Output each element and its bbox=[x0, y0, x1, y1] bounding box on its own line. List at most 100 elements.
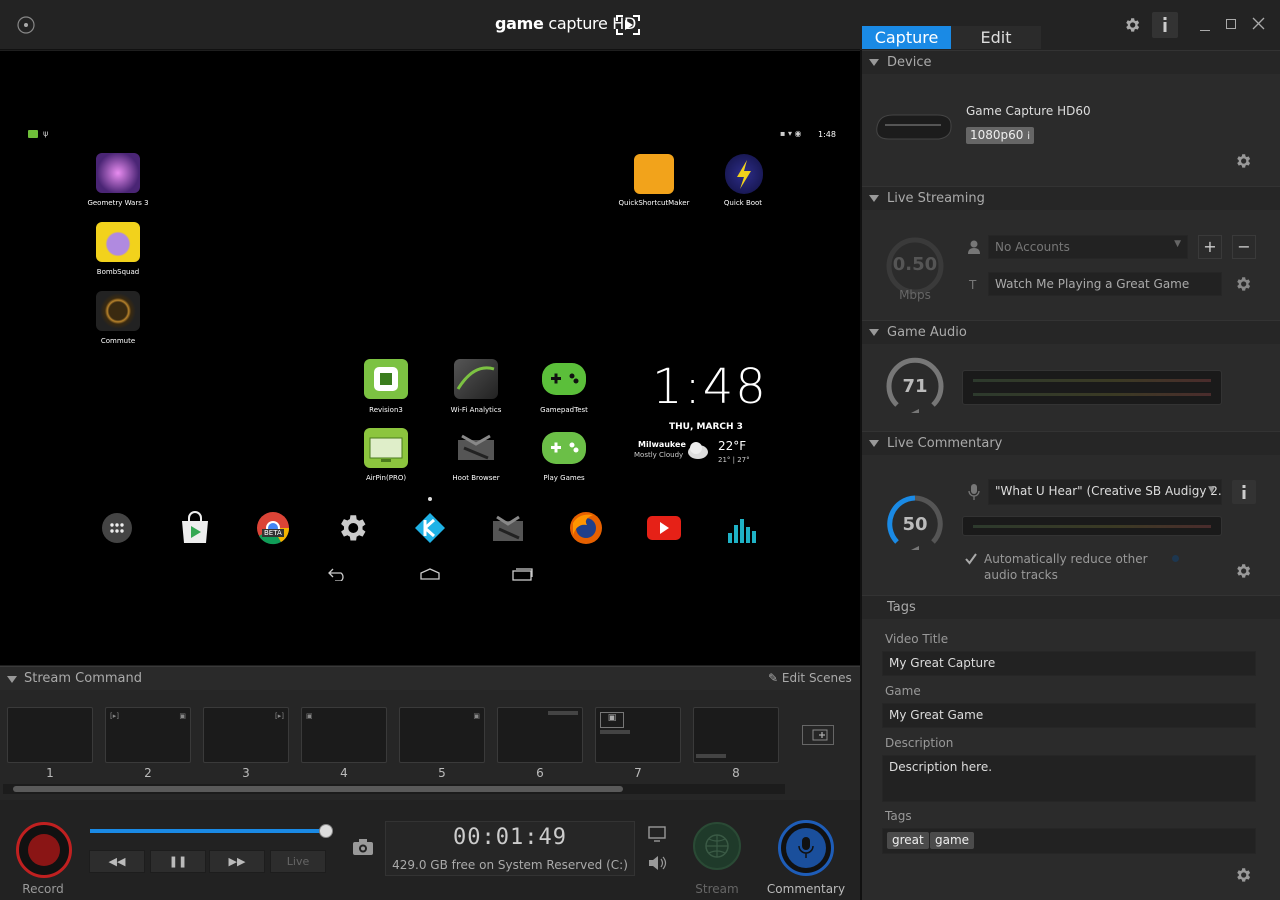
playback-progress bbox=[90, 829, 326, 833]
edit-scenes-button[interactable]: ✎ Edit Scenes bbox=[768, 671, 852, 685]
live-button[interactable]: Live bbox=[270, 850, 326, 873]
stream-command-header[interactable]: Stream Command bbox=[0, 666, 860, 690]
scene-thumb[interactable]: ▣ bbox=[301, 707, 387, 763]
overlay-logo-mark bbox=[548, 711, 578, 715]
app-label: GamepadTest bbox=[540, 406, 588, 414]
tag-chip[interactable]: game bbox=[930, 832, 975, 849]
hoot-browser-icon[interactable] bbox=[454, 428, 498, 468]
geometry-wars-icon[interactable] bbox=[96, 153, 140, 193]
equalizer-icon[interactable] bbox=[725, 511, 759, 545]
volume-icon[interactable] bbox=[648, 855, 668, 871]
app-label: Commute bbox=[100, 337, 136, 345]
record-button[interactable] bbox=[16, 822, 72, 878]
text-title-icon: T bbox=[969, 278, 977, 292]
wifi-analytics-icon[interactable] bbox=[454, 359, 498, 399]
tag-chip[interactable]: great bbox=[887, 832, 929, 849]
youtube-icon[interactable] bbox=[647, 515, 681, 541]
rewind-button[interactable]: ◀◀ bbox=[89, 850, 145, 873]
settings-gear-icon[interactable] bbox=[1123, 16, 1141, 34]
screenshot-camera-icon[interactable] bbox=[352, 838, 374, 856]
commute-icon[interactable] bbox=[96, 291, 140, 331]
scene-thumb[interactable]: ▣ bbox=[399, 707, 485, 763]
game-input[interactable]: My Great Game bbox=[882, 703, 1256, 728]
commentary-settings-gear-icon[interactable] bbox=[1234, 562, 1256, 584]
tab-edit[interactable]: Edit bbox=[951, 26, 1041, 49]
description-textarea[interactable]: Description here. bbox=[882, 755, 1256, 802]
gamepadtest-icon[interactable] bbox=[542, 363, 586, 395]
app-label: Geometry Wars 3 bbox=[87, 199, 149, 207]
quickboot-icon[interactable] bbox=[725, 154, 763, 194]
commentary-label: Commentary bbox=[766, 882, 846, 896]
stream-label: Stream bbox=[695, 882, 739, 896]
monitor-icon[interactable] bbox=[648, 826, 666, 842]
hoot-dock-icon[interactable] bbox=[491, 511, 525, 545]
scene-thumb[interactable] bbox=[497, 707, 583, 763]
device-settings-gear-icon[interactable] bbox=[1234, 152, 1256, 174]
clock-widget: 1:48 bbox=[652, 359, 768, 415]
scene-thumb[interactable]: [▸] bbox=[203, 707, 289, 763]
commentary-info-icon[interactable] bbox=[1232, 480, 1256, 504]
firefox-icon[interactable] bbox=[569, 511, 603, 545]
bombsquad-icon[interactable] bbox=[96, 222, 140, 262]
stream-settings-gear-icon[interactable] bbox=[1234, 275, 1256, 297]
info-icon[interactable] bbox=[1152, 12, 1178, 38]
video-title-input[interactable]: My Great Capture bbox=[882, 651, 1256, 676]
pencil-icon: ✎ bbox=[768, 671, 779, 685]
pause-button[interactable]: ❚❚ bbox=[150, 850, 206, 873]
scene-number: 7 bbox=[634, 766, 642, 780]
nav-home-icon[interactable] bbox=[419, 567, 441, 581]
playback-slider[interactable] bbox=[90, 824, 333, 838]
minimize-icon[interactable] bbox=[1200, 30, 1210, 31]
add-account-button[interactable]: + bbox=[1198, 235, 1222, 259]
forward-button[interactable]: ▶▶ bbox=[209, 850, 265, 873]
scene-scrollbar[interactable] bbox=[3, 784, 785, 794]
commentary-level: 50 bbox=[902, 514, 928, 535]
beta-badge: BETA bbox=[262, 529, 284, 537]
remove-account-button[interactable]: − bbox=[1232, 235, 1256, 259]
section-live-streaming[interactable]: Live Streaming bbox=[862, 186, 1280, 210]
scene-thumb[interactable] bbox=[693, 707, 779, 763]
overlay-logo-mark bbox=[696, 754, 726, 758]
section-live-commentary[interactable]: Live Commentary bbox=[862, 431, 1280, 455]
section-device[interactable]: Device bbox=[862, 50, 1280, 74]
account-select[interactable]: No Accounts ▼ bbox=[988, 235, 1188, 259]
usb-icon: ψ bbox=[43, 129, 49, 138]
app-drawer-icon[interactable] bbox=[102, 513, 132, 543]
fullscreen-icon[interactable] bbox=[17, 16, 35, 34]
nav-back-icon[interactable] bbox=[327, 567, 349, 581]
play-games-icon[interactable] bbox=[542, 432, 586, 464]
tags-settings-gear-icon[interactable] bbox=[1234, 866, 1256, 888]
capture-source-icon: [▸] bbox=[110, 712, 119, 720]
account-icon bbox=[968, 240, 980, 254]
close-icon[interactable] bbox=[1252, 17, 1265, 30]
scene-thumb[interactable] bbox=[7, 707, 93, 763]
capture-preview[interactable]: ψ ▪ ▾ ◉ 1:48 Geometry Wars 3 BombSquad C… bbox=[0, 51, 860, 665]
app-label: Wi-Fi Analytics bbox=[450, 406, 502, 414]
scrollbar-thumb[interactable] bbox=[13, 786, 623, 792]
section-game-audio[interactable]: Game Audio bbox=[862, 320, 1280, 344]
kodi-icon[interactable] bbox=[413, 511, 447, 545]
auto-reduce-checkbox[interactable] bbox=[964, 552, 978, 566]
maximize-icon[interactable] bbox=[1226, 19, 1236, 29]
nav-recents-icon[interactable] bbox=[511, 567, 533, 581]
stream-title-input[interactable]: Watch Me Playing a Great Game bbox=[988, 272, 1222, 296]
scene-number: 2 bbox=[144, 766, 152, 780]
resolution-badge[interactable]: 1080p60 i bbox=[966, 127, 1035, 144]
add-scene-button[interactable] bbox=[802, 725, 834, 745]
stream-button[interactable] bbox=[693, 822, 741, 870]
airpin-icon[interactable] bbox=[364, 428, 408, 468]
commentary-button[interactable] bbox=[778, 820, 834, 876]
slider-handle[interactable] bbox=[319, 824, 333, 838]
settings-app-icon[interactable] bbox=[335, 511, 369, 545]
tab-capture[interactable]: Capture bbox=[862, 26, 951, 49]
scene-thumb[interactable]: [▸] ▣ bbox=[105, 707, 191, 763]
resolution-info-icon: i bbox=[1027, 131, 1031, 142]
commentary-device-select[interactable]: "What U Hear" (Creative SB Audigy 2... ▼ bbox=[988, 479, 1222, 505]
play-store-icon[interactable] bbox=[178, 511, 212, 545]
scene-thumb[interactable]: ▣ bbox=[595, 707, 681, 763]
chrome-beta-icon[interactable] bbox=[256, 511, 290, 545]
revision3-icon[interactable] bbox=[364, 359, 408, 399]
camera-source-icon: ▣ bbox=[306, 712, 313, 720]
quickshortcut-icon[interactable] bbox=[634, 154, 674, 194]
panel-divider bbox=[860, 50, 862, 900]
